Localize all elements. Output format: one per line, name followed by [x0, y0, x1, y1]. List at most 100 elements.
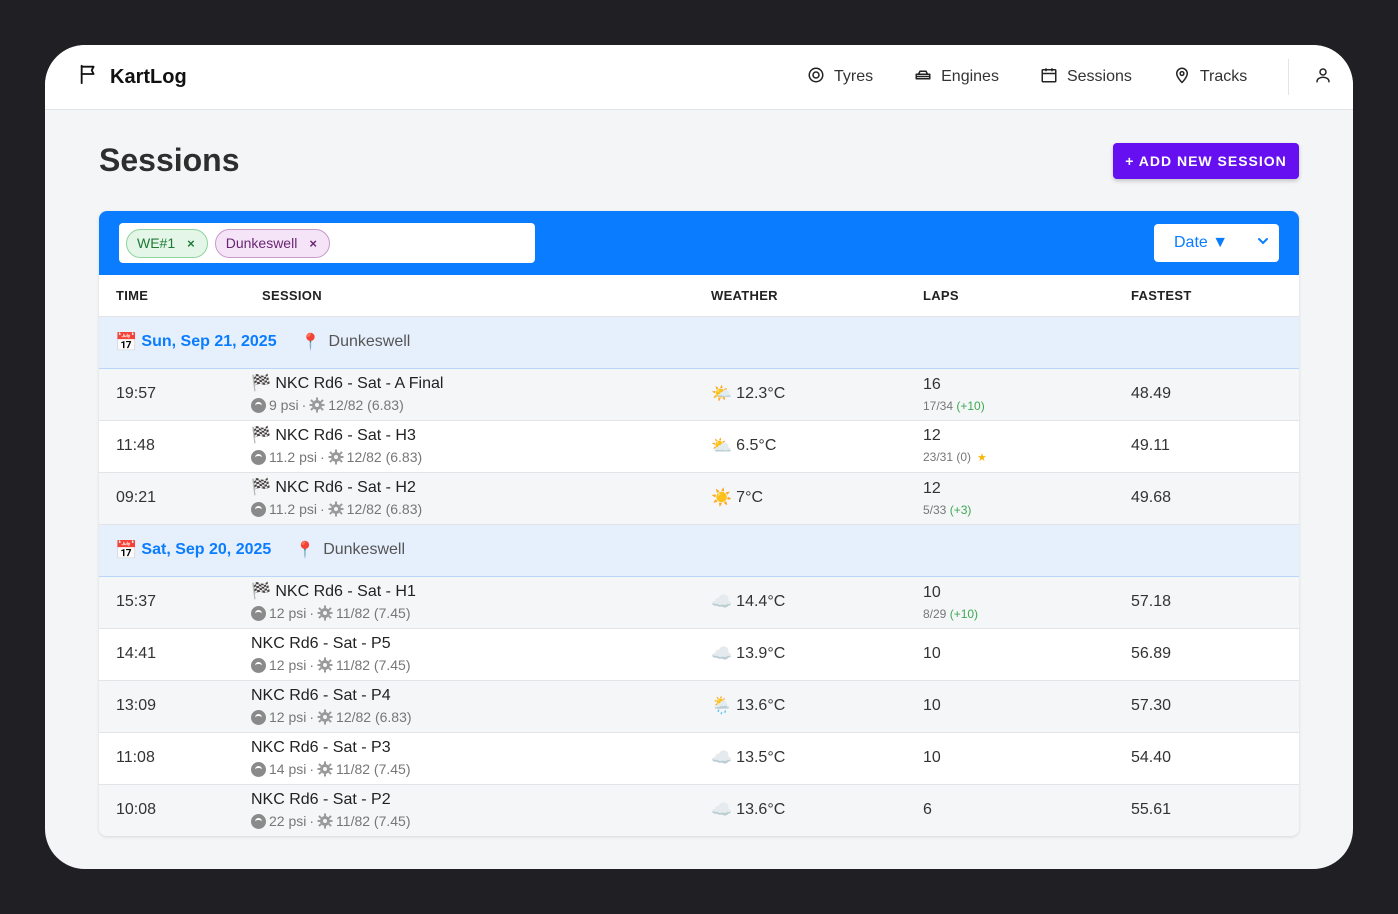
session-setup: 12 psi · 11/82 (7.45)	[251, 656, 694, 674]
gearing: 11/82 (7.45)	[336, 657, 411, 673]
session-title: NKC Rd6 - Sat - A Final	[275, 375, 444, 392]
weather: 🌤️ 12.3°C	[711, 384, 906, 404]
laps-cell: 10	[906, 628, 1114, 681]
session-title: NKC Rd6 - Sat - H3	[275, 427, 416, 444]
column-header-time[interactable]: TIME	[99, 275, 245, 317]
tyre-pressure: 12 psi	[269, 657, 307, 673]
star-icon: ★	[977, 452, 987, 464]
position-gain: (+10)	[956, 398, 985, 413]
temperature: 13.5°C	[736, 749, 786, 766]
session-time: 10:08	[99, 784, 245, 836]
checkered-flag-icon: 🏁	[251, 583, 271, 600]
position-gain: (+3)	[949, 502, 972, 517]
session-row[interactable]: 14:41 NKC Rd6 - Sat - P5 12 psi · 11/82 (7…	[99, 628, 1299, 681]
session-name: NKC Rd6 - Sat - P5	[251, 634, 694, 654]
date-group-row: 📅 Sat, Sep 20, 2025 📍 Dunkeswell	[99, 524, 1299, 577]
checkered-flag-icon: 🏁	[251, 427, 271, 444]
nav-item-tyres[interactable]: Tyres	[807, 66, 873, 89]
nav-label: Sessions	[1066, 68, 1132, 85]
temperature: 13.6°C	[736, 801, 786, 818]
date-group-cell: 📅 Sun, Sep 21, 2025 📍 Dunkeswell	[99, 316, 1299, 369]
session-title: NKC Rd6 - Sat - P2	[251, 791, 391, 808]
session-row[interactable]: 09:21 🏁 NKC Rd6 - Sat - H2 11.2 psi · 12/8…	[99, 472, 1299, 525]
nav-item-tracks[interactable]: Tracks	[1173, 66, 1247, 89]
flag-icon	[78, 63, 100, 91]
session-row[interactable]: 11:08 NKC Rd6 - Sat - P3 14 psi · 11/82 (7…	[99, 732, 1299, 785]
weather-cell: ☁️ 13.9°C	[694, 628, 906, 681]
finish-position: 8/29	[923, 606, 947, 621]
session-name: 🏁 NKC Rd6 - Sat - H1	[251, 582, 694, 602]
calendar-icon: 📅	[115, 331, 138, 352]
laps-cell: 16 17/34 (+10)	[906, 368, 1114, 421]
filter-chip-input[interactable]: WE#1 × Dunkeswell ×	[119, 223, 535, 263]
sprocket-icon	[328, 449, 344, 465]
session-name: 🏁 NKC Rd6 - Sat - H2	[251, 478, 694, 498]
session-setup: 11.2 psi · 12/82 (6.83)	[251, 500, 694, 518]
laps-cell: 10 8/29 (+10)	[906, 576, 1114, 629]
group-track: Dunkeswell	[328, 333, 411, 350]
tyre-pressure: 11.2 psi	[269, 501, 317, 517]
session-name: NKC Rd6 - Sat - P3	[251, 738, 694, 758]
gearing: 12/82 (6.83)	[346, 501, 423, 517]
nav-label: Tracks	[1199, 68, 1248, 85]
separator: ·	[301, 397, 307, 413]
session-row[interactable]: 10:08 NKC Rd6 - Sat - P2 22 psi · 11/82 (7…	[99, 784, 1299, 836]
weather-icon: 🌤️	[711, 384, 733, 403]
separator: ·	[309, 605, 315, 621]
sprocket-icon	[317, 605, 333, 621]
nav-item-sessions[interactable]: Sessions	[1040, 66, 1132, 89]
weather-icon: ☁️	[711, 748, 733, 767]
calendar-icon	[1040, 66, 1058, 89]
session-time: 15:37	[99, 576, 245, 629]
session-row[interactable]: 19:57 🏁 NKC Rd6 - Sat - A Final 9 psi · 12…	[99, 368, 1299, 421]
gearing: 12/82 (6.83)	[346, 449, 423, 465]
pressure-gauge-icon	[251, 605, 266, 621]
nav-item-engines[interactable]: Engines	[914, 66, 999, 89]
session-row[interactable]: 11:48 🏁 NKC Rd6 - Sat - H3 11.2 psi · 12/8…	[99, 420, 1299, 473]
race-position: 17/34 (+10)	[923, 398, 1114, 414]
race-position: 8/29 (+10)	[923, 606, 1114, 622]
temperature: 12.3°C	[736, 385, 786, 402]
session-time: 19:57	[99, 368, 245, 421]
column-header-fastest[interactable]: FASTEST	[1114, 275, 1299, 317]
add-session-button[interactable]: + ADD NEW SESSION	[1113, 143, 1299, 179]
tyre-pressure: 22 psi	[269, 813, 307, 829]
close-icon[interactable]: ×	[309, 236, 317, 251]
brand[interactable]: KartLog	[78, 63, 187, 91]
fastest-lap: 48.49	[1114, 368, 1299, 421]
close-icon[interactable]: ×	[187, 236, 195, 251]
sessions-table: TIME SESSION WEATHER LAPS FASTEST 📅 Sun, …	[99, 275, 1299, 836]
table-body: 📅 Sun, Sep 21, 2025 📍 Dunkeswell 19:57 🏁 NKC …	[99, 316, 1299, 836]
temperature: 13.6°C	[736, 697, 786, 714]
group-date: Sun, Sep 21, 2025	[141, 333, 277, 350]
date-group: 📅 Sat, Sep 20, 2025 📍 Dunkeswell	[115, 540, 1299, 561]
brand-name: KartLog	[110, 65, 187, 88]
session-row[interactable]: 15:37 🏁 NKC Rd6 - Sat - H1 12 psi · 11/82 …	[99, 576, 1299, 629]
lap-count: 10	[923, 697, 941, 714]
session-cell: 🏁 NKC Rd6 - Sat - H1 12 psi · 11/82 (7.45…	[245, 576, 694, 629]
lap-count: 16	[923, 375, 941, 393]
filter-chip-track[interactable]: Dunkeswell ×	[214, 228, 330, 258]
checkered-flag-icon: 🏁	[251, 375, 271, 392]
session-row[interactable]: 13:09 NKC Rd6 - Sat - P4 12 psi · 12/82 (6…	[99, 680, 1299, 733]
column-header-session[interactable]: SESSION	[245, 275, 694, 317]
session-name: NKC Rd6 - Sat - P2	[251, 790, 694, 810]
separator: ·	[309, 709, 315, 725]
group-track: Dunkeswell	[323, 541, 406, 558]
gearing: 11/82 (7.45)	[336, 761, 411, 777]
pressure-gauge-icon	[251, 709, 266, 725]
weather-cell: ☁️ 14.4°C	[694, 576, 906, 629]
app-window: KartLog Tyres Engines Sessions Tracks Se…	[45, 45, 1353, 869]
pressure-gauge-icon	[251, 657, 266, 673]
separator: ·	[320, 449, 325, 465]
session-name: 🏁 NKC Rd6 - Sat - A Final	[251, 374, 694, 394]
weather-cell: ⛅ 6.5°C	[694, 420, 906, 473]
filter-chip-weekend[interactable]: WE#1 ×	[126, 228, 208, 258]
session-title: NKC Rd6 - Sat - P4	[251, 687, 391, 704]
column-header-weather[interactable]: WEATHER	[694, 275, 906, 317]
user-menu-button[interactable]	[1311, 65, 1335, 89]
sort-select[interactable]: Date ▼	[1154, 224, 1279, 262]
tyre-pressure: 12 psi	[269, 605, 307, 621]
column-header-laps[interactable]: LAPS	[906, 275, 1114, 317]
separator: ·	[309, 657, 315, 673]
